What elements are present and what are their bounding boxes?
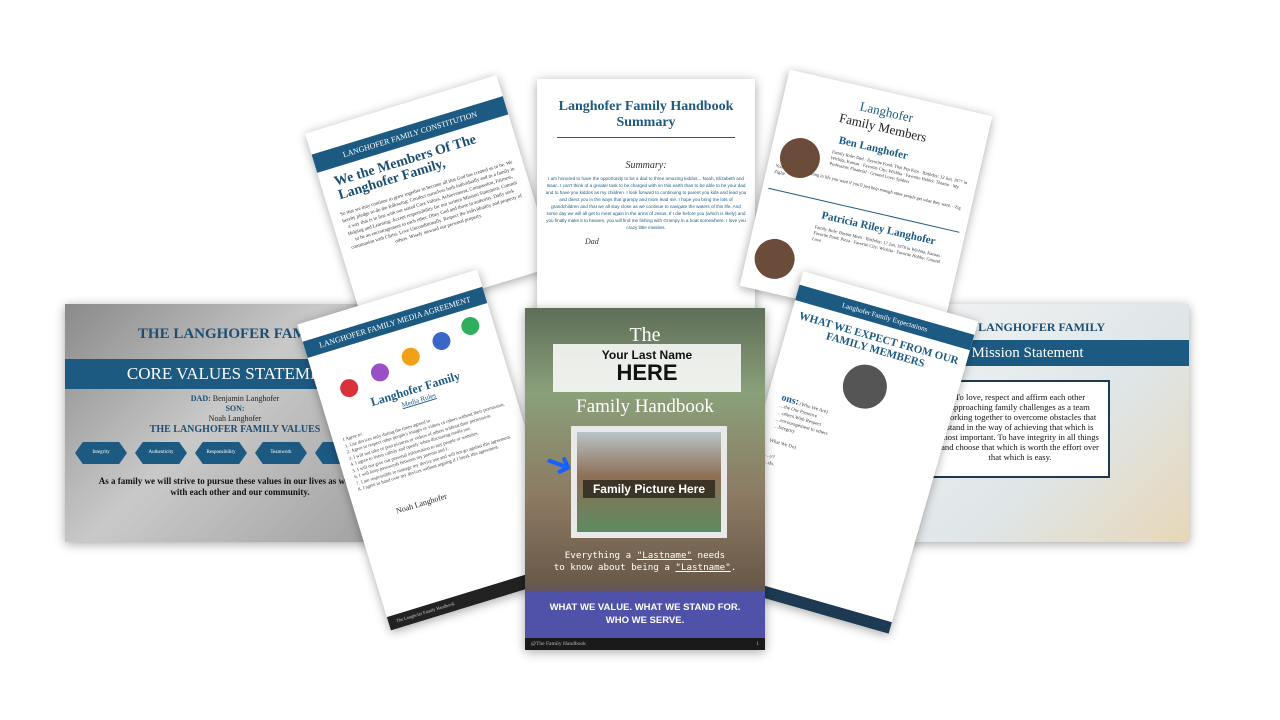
gamepad-icon: [337, 376, 361, 400]
expectations-list: ons: (Who We Are) …the Our Presence …oth…: [762, 392, 934, 509]
page-number: 1: [756, 641, 759, 647]
family-handbook-title: Family Handbook: [576, 396, 714, 417]
footer-brand: @The Family Handbook: [531, 641, 586, 647]
value-hexagon: Authenticity: [135, 442, 187, 464]
here-label: HERE: [616, 360, 678, 385]
dad-label: DAD:: [190, 394, 211, 403]
dad-name: Benjamin Langhofer: [212, 394, 280, 403]
band-line: WHO WE SERVE.: [605, 615, 685, 626]
lastname-placeholder: "Lastname": [675, 562, 731, 573]
family-picture-label: Family Picture Here: [583, 480, 715, 498]
message-icon: [459, 314, 482, 338]
summary-rule: [557, 137, 735, 138]
tagline-part: to know about being a: [553, 562, 676, 573]
value-hexagon: Responsibility: [195, 442, 247, 464]
handbook-summary-page: Langhofer Family Handbook Summary Summar…: [537, 79, 755, 311]
summary-text: I am honored to have the opportunity to …: [545, 176, 747, 230]
band-line: WHAT WE VALUE. WHAT WE STAND FOR.: [549, 602, 741, 613]
summary-title: Langhofer Family Handbook Summary: [558, 99, 734, 130]
family-photo-frame: Family Picture Here: [571, 426, 727, 538]
family-photo: Family Picture Here: [577, 432, 721, 532]
handbook-cover: The Your Last Name HERE Family Handbook …: [525, 308, 765, 650]
cover-tagline: Everything a "Lastname" needs to know ab…: [525, 550, 765, 574]
cover-band: WHAT WE VALUE. WHAT WE STAND FOR. WHO WE…: [525, 592, 765, 638]
value-hexagon: Teamwork: [255, 442, 307, 464]
summary-subtitle: Summary:: [625, 160, 667, 171]
avatar: [750, 234, 799, 283]
list-item: …do.: [762, 459, 775, 468]
last-name-box: Your Last Name HERE: [553, 344, 741, 392]
cover-footer: @The Family Handbook 1: [525, 638, 765, 650]
son-label: SON:: [225, 404, 245, 413]
tagline-part: needs: [692, 550, 726, 561]
family-photo: [837, 359, 893, 414]
phone-icon: [430, 329, 453, 353]
son-name: Noah Langhofer: [208, 414, 262, 423]
value-hexagon: Integrity: [75, 442, 127, 464]
summary-signature: Dad: [585, 237, 599, 246]
chat-icon: [368, 361, 392, 384]
laptop-icon: [399, 345, 422, 368]
lastname-placeholder: "Lastname": [636, 550, 693, 561]
tagline-part: Everything a: [564, 550, 637, 561]
core-values-footer: As a family we will strive to pursue the…: [98, 476, 382, 497]
tagline-part: .: [730, 562, 737, 573]
